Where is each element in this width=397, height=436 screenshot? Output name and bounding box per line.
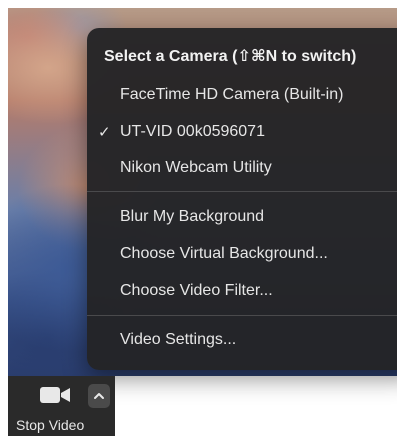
menu-item-nikon-webcam[interactable]: Nikon Webcam Utility <box>87 154 397 182</box>
menu-header: Select a Camera (⇧⌘N to switch) <box>104 48 357 65</box>
camera-menu: Select a Camera (⇧⌘N to switch) FaceTime… <box>87 28 397 370</box>
menu-item-label: FaceTime HD Camera (Built-in) <box>120 86 344 103</box>
menu-item-video-settings[interactable]: Video Settings... <box>87 326 397 354</box>
meeting-toolbar: Stop Video <box>8 376 115 436</box>
chevron-up-icon <box>94 393 104 399</box>
stop-video-label[interactable]: Stop Video <box>16 417 84 433</box>
menu-item-label: Choose Video Filter... <box>120 282 273 299</box>
video-options-button[interactable] <box>88 384 110 408</box>
menu-separator <box>87 191 397 192</box>
menu-item-virtual-background[interactable]: Choose Virtual Background... <box>87 240 397 268</box>
video-camera-icon[interactable] <box>39 384 73 406</box>
menu-item-label: UT-VID 00k0596071 <box>120 123 265 140</box>
menu-separator <box>87 315 397 316</box>
menu-item-label: Video Settings... <box>120 331 237 348</box>
menu-item-blur-background[interactable]: Blur My Background <box>87 203 397 231</box>
zoom-video-window: Select a Camera (⇧⌘N to switch) FaceTime… <box>0 0 397 436</box>
menu-item-label: Nikon Webcam Utility <box>120 159 272 176</box>
menu-item-label: Choose Virtual Background... <box>120 245 328 262</box>
menu-item-label: Blur My Background <box>120 208 265 225</box>
menu-item-video-filter[interactable]: Choose Video Filter... <box>87 277 397 305</box>
menu-item-ut-vid-camera[interactable]: ✓ UT-VID 00k0596071 <box>87 118 397 146</box>
menu-item-facetime-camera[interactable]: FaceTime HD Camera (Built-in) <box>87 81 397 109</box>
checkmark-icon: ✓ <box>98 124 111 141</box>
